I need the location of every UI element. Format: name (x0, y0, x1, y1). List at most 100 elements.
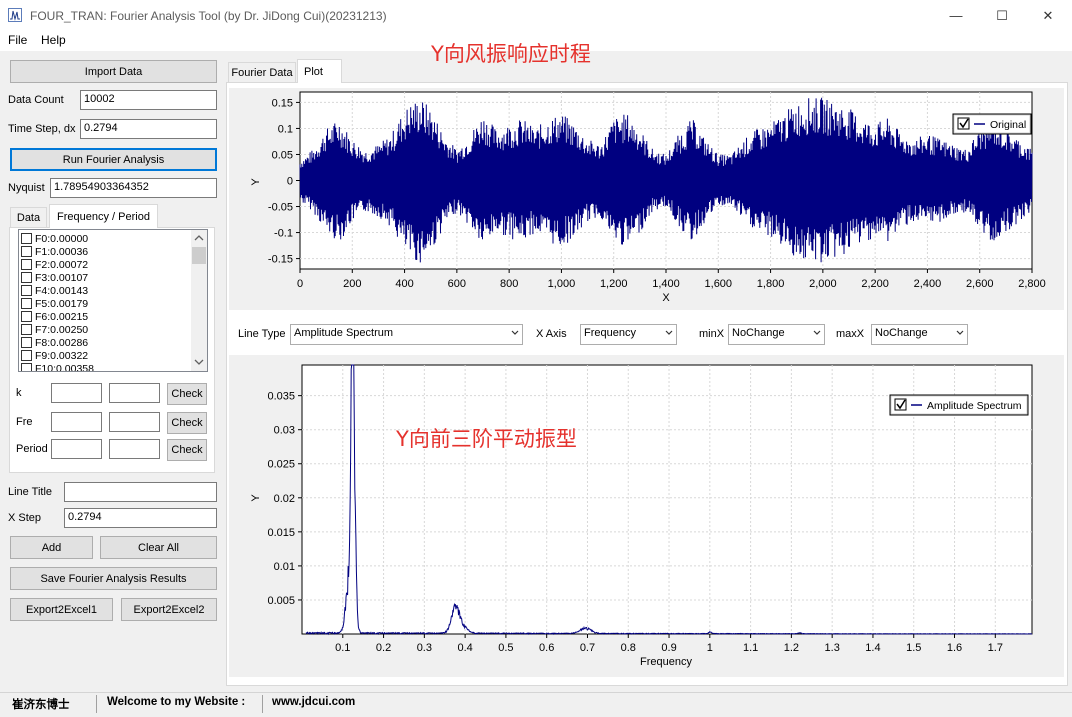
fre-input-1[interactable] (51, 412, 102, 432)
x-axis-label: X Axis (536, 328, 567, 340)
x-axis-select[interactable]: Frequency (580, 324, 677, 345)
list-item[interactable]: F9:0.00322 (21, 349, 88, 362)
list-item-checkbox[interactable] (21, 285, 32, 296)
x-tick-label: 1 (707, 642, 713, 654)
add-button[interactable]: Add (10, 536, 93, 559)
list-item-label: F10:0.00358 (35, 362, 94, 372)
list-item-checkbox[interactable] (21, 350, 32, 361)
x-tick-label: 1.5 (906, 642, 921, 654)
fre-label: Fre (16, 416, 33, 428)
list-item[interactable]: F7:0.00250 (21, 323, 88, 336)
x-tick-label: 0.7 (580, 642, 595, 654)
x-axis-value: Frequency (584, 327, 636, 339)
k-input-1[interactable] (51, 383, 102, 403)
annotation-top: Y向风振响应时程 (431, 42, 591, 66)
fre-check-button[interactable]: Check (167, 412, 207, 434)
menu-file[interactable]: File (8, 33, 27, 47)
k-input-2[interactable] (109, 383, 160, 403)
list-item-checkbox[interactable] (21, 363, 32, 371)
frequency-list[interactable]: F0:0.00000 F1:0.00036 F2:0.00072 F3:0.00107… (18, 229, 208, 372)
list-item[interactable]: F6:0.00215 (21, 310, 88, 323)
chevron-down-icon (813, 330, 821, 335)
list-item-checkbox[interactable] (21, 272, 32, 283)
chevron-down-icon (511, 330, 519, 335)
x-tick-label: 0.3 (417, 642, 432, 654)
list-scrollbar[interactable] (191, 230, 207, 371)
list-item[interactable]: F8:0.00286 (21, 336, 88, 349)
x-tick-label: 400 (395, 278, 413, 290)
list-item-label: F9:0.00322 (35, 349, 89, 362)
list-item[interactable]: F10:0.00358 (21, 362, 94, 372)
k-check-button[interactable]: Check (167, 383, 207, 405)
chart2-y-axis-label: Y (250, 494, 262, 502)
list-item-label: F3:0.00107 (35, 271, 89, 284)
x-tick-label: 800 (500, 278, 518, 290)
chevron-down-icon (665, 330, 673, 335)
minx-select[interactable]: NoChange (728, 324, 825, 345)
nyquist-field[interactable]: 1.78954903364352 (50, 178, 217, 198)
period-input-1[interactable] (51, 439, 102, 459)
x-step-field[interactable]: 0.2794 (64, 508, 217, 528)
status-author: 崔济东博士 (12, 699, 70, 711)
list-item-checkbox[interactable] (21, 298, 32, 309)
list-item[interactable]: F1:0.00036 (21, 245, 88, 258)
tab-data[interactable]: Data (10, 207, 47, 227)
chart1-x-axis-label: X (662, 292, 670, 304)
close-button[interactable]: ✕ (1025, 0, 1071, 31)
tab-plot[interactable]: Plot (297, 59, 342, 83)
list-item-label: F7:0.00250 (35, 323, 89, 336)
list-item-checkbox[interactable] (21, 233, 32, 244)
period-check-button[interactable]: Check (167, 439, 207, 461)
y-tick-label: 0.03 (274, 425, 295, 437)
fre-input-2[interactable] (109, 412, 160, 432)
list-item[interactable]: F2:0.00072 (21, 258, 88, 271)
minx-label: minX (699, 328, 725, 340)
list-item-label: F5:0.00179 (35, 297, 89, 310)
list-item-checkbox[interactable] (21, 259, 32, 270)
line-title-field[interactable] (64, 482, 217, 502)
y-tick-label: 0.02 (274, 493, 295, 505)
list-item-checkbox[interactable] (21, 324, 32, 335)
menu-help[interactable]: Help (41, 33, 66, 47)
list-item[interactable]: F0:0.00000 (21, 232, 88, 245)
export-excel1-button[interactable]: Export2Excel1 (10, 598, 113, 621)
x-tick-label: 1,400 (652, 278, 680, 290)
clear-all-button[interactable]: Clear All (100, 536, 217, 559)
export-excel2-button[interactable]: Export2Excel2 (121, 598, 217, 621)
tab-frequency-period[interactable]: Frequency / Period (49, 204, 158, 228)
x-tick-label: 1.3 (825, 642, 840, 654)
x-tick-label: 0.4 (457, 642, 472, 654)
list-item-label: F1:0.00036 (35, 245, 89, 258)
data-count-field[interactable]: 10002 (80, 90, 217, 110)
list-item-checkbox[interactable] (21, 246, 32, 257)
x-tick-label: 200 (343, 278, 361, 290)
run-fourier-button[interactable]: Run Fourier Analysis (10, 148, 217, 171)
x-tick-label: 0.9 (661, 642, 676, 654)
x-tick-label: 0.8 (621, 642, 636, 654)
y-tick-label: 0.15 (272, 97, 293, 109)
save-results-button[interactable]: Save Fourier Analysis Results (10, 567, 217, 590)
list-item-checkbox[interactable] (21, 311, 32, 322)
status-url[interactable]: www.jdcui.com (272, 696, 355, 708)
list-item[interactable]: F4:0.00143 (21, 284, 88, 297)
status-welcome: Welcome to my Website : (107, 696, 246, 708)
list-item[interactable]: F5:0.00179 (21, 297, 88, 310)
maximize-button[interactable]: ☐ (979, 0, 1025, 31)
y-tick-label: 0.015 (267, 527, 295, 539)
amplitude-spectrum-chart: 0.1 0.2 0.3 0.4 0.5 0.6 0.7 0.8 0.9 1 1.1 1.2 1.3 1.4… (229, 355, 1064, 677)
time-step-field[interactable]: 0.2794 (80, 119, 217, 139)
list-item-checkbox[interactable] (21, 337, 32, 348)
list-item[interactable]: F3:0.00107 (21, 271, 88, 284)
x-tick-label: 1,600 (705, 278, 733, 290)
minimize-button[interactable]: — (933, 0, 979, 31)
x-tick-label: 0 (297, 278, 303, 290)
line-type-select[interactable]: Amplitude Spectrum (290, 324, 523, 345)
list-item-label: F6:0.00215 (35, 310, 89, 323)
period-input-2[interactable] (109, 439, 160, 459)
maxx-select[interactable]: NoChange (871, 324, 968, 345)
import-data-button[interactable]: Import Data (10, 60, 217, 83)
y-tick-label: 0.1 (278, 123, 293, 135)
tab-fourier-data[interactable]: Fourier Data (228, 62, 296, 82)
y-tick-label: 0.01 (274, 561, 295, 573)
period-label: Period (16, 443, 48, 455)
